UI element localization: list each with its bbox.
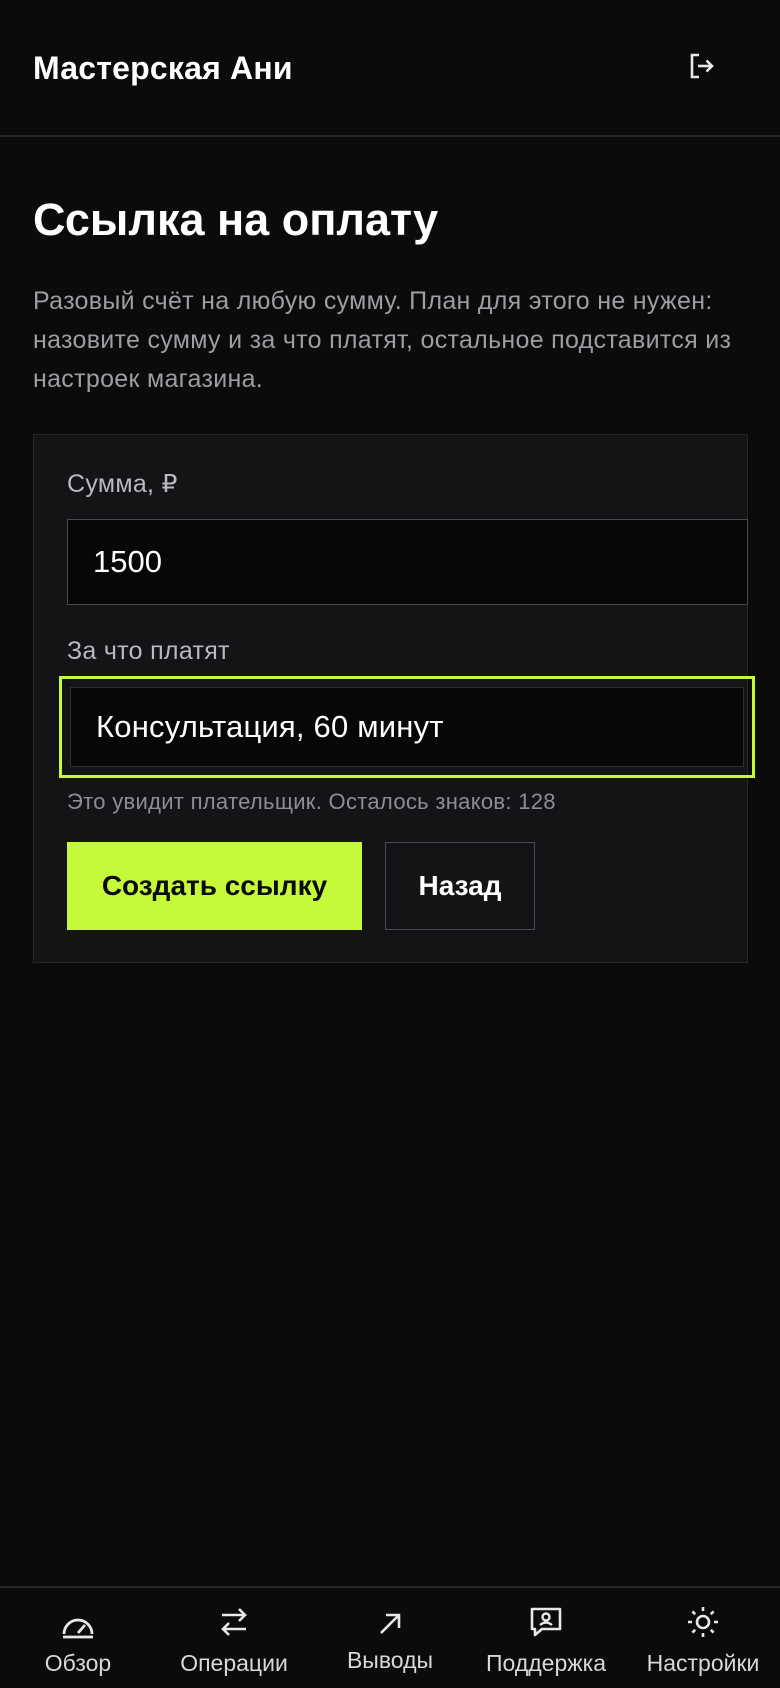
nav-label-withdrawals: Выводы xyxy=(346,1647,434,1673)
nav-label-operations: Операции xyxy=(180,1650,288,1676)
create-link-button[interactable]: Создать ссылку xyxy=(67,842,362,930)
amount-input[interactable] xyxy=(67,519,748,605)
chat-bubble-icon xyxy=(526,1602,566,1642)
nav-label-overview: Обзор xyxy=(44,1650,112,1676)
logout-icon xyxy=(690,53,714,79)
shop-name: Мастерская Ани xyxy=(33,50,293,86)
nav-item-overview[interactable]: Обзор xyxy=(20,1588,136,1688)
sun-gear-icon xyxy=(683,1602,723,1642)
amount-label: Сумма, ₽ xyxy=(67,470,178,498)
purpose-hint: Это увидит плательщик. Осталось знаков: … xyxy=(67,789,556,814)
top-bar: Мастерская Ани xyxy=(0,0,780,137)
nav-label-settings: Настройки xyxy=(646,1650,760,1676)
purpose-field-focus-ring xyxy=(59,676,755,778)
nav-label-support: Поддержка xyxy=(486,1650,606,1676)
purpose-label: За что платят xyxy=(67,637,230,665)
arrow-up-right-icon xyxy=(370,1604,410,1644)
bottom-navigation: Обзор Операции Выводы Поддержка Настройк… xyxy=(0,1586,780,1688)
purpose-input[interactable] xyxy=(70,687,744,767)
arrows-swap-icon xyxy=(214,1602,254,1642)
logout-button[interactable] xyxy=(680,44,724,88)
page-title: Ссылка на оплату xyxy=(33,194,439,245)
nav-item-withdrawals[interactable]: Выводы xyxy=(332,1588,448,1688)
payment-link-form: Сумма, ₽ За что платят Это увидит плател… xyxy=(33,434,755,963)
nav-item-settings[interactable]: Настройки xyxy=(640,1588,766,1688)
nav-item-operations[interactable]: Операции xyxy=(170,1588,298,1688)
gauge-icon xyxy=(58,1605,98,1645)
back-button[interactable]: Назад xyxy=(385,842,535,930)
page-description: Разовый счёт на любую сумму. План для эт… xyxy=(33,287,732,393)
nav-item-support[interactable]: Поддержка xyxy=(478,1588,614,1688)
